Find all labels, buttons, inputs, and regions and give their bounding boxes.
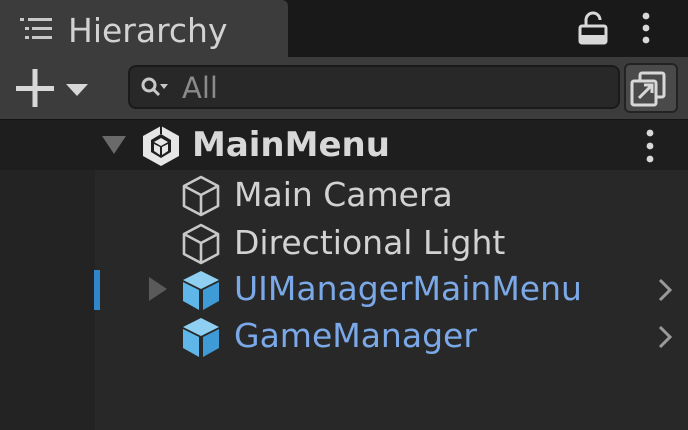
search-icon <box>141 77 168 97</box>
hierarchy-window: Hierarchy All MainMenu Main Camera Direc… <box>0 0 688 430</box>
hierarchy-item-uimanagermainmenu[interactable]: UIManagerMainMenu <box>0 266 688 312</box>
tab-bar: Hierarchy <box>0 0 688 57</box>
hierarchy-item-main-camera[interactable]: Main Camera <box>0 172 688 218</box>
plus-icon <box>16 69 54 107</box>
tab-title: Hierarchy <box>68 11 228 50</box>
hierarchy-item-label: Main Camera <box>234 175 453 214</box>
scene-row[interactable]: MainMenu <box>0 119 688 170</box>
scene-name: MainMenu <box>192 125 390 165</box>
foldout-collapsed-icon[interactable] <box>146 276 170 302</box>
scene-visibility-icon <box>630 71 666 107</box>
scene-visibility-button[interactable] <box>624 63 678 113</box>
tab-hierarchy[interactable]: Hierarchy <box>0 0 288 57</box>
hierarchy-item-label: GameManager <box>234 316 477 355</box>
selection-marker <box>94 270 100 310</box>
unity-scene-icon <box>143 126 179 166</box>
hierarchy-item-label: UIManagerMainMenu <box>234 269 582 308</box>
hierarchy-item-directional-light[interactable]: Directional Light <box>0 220 688 266</box>
prefab-icon <box>183 318 219 357</box>
hierarchy-item-gamemanager[interactable]: GameManager <box>0 313 688 359</box>
search-field[interactable] <box>128 65 620 109</box>
hierarchy-toolbar <box>0 57 688 119</box>
chevron-down-icon <box>66 84 88 96</box>
chevron-right-icon[interactable] <box>654 322 676 352</box>
search-input[interactable] <box>182 71 602 105</box>
gameobject-outline-icon <box>182 223 220 265</box>
kebab-menu-icon[interactable] <box>642 128 658 164</box>
prefab-icon <box>183 271 219 310</box>
kebab-menu-icon[interactable] <box>638 11 654 45</box>
hierarchy-item-label: Directional Light <box>234 223 506 262</box>
add-dropdown-button[interactable] <box>12 65 96 111</box>
lock-icon[interactable] <box>578 11 608 45</box>
foldout-expanded-icon[interactable] <box>100 133 128 157</box>
hierarchy-list-icon <box>20 18 52 39</box>
gameobject-outline-icon <box>182 175 220 217</box>
chevron-right-icon[interactable] <box>654 275 676 305</box>
